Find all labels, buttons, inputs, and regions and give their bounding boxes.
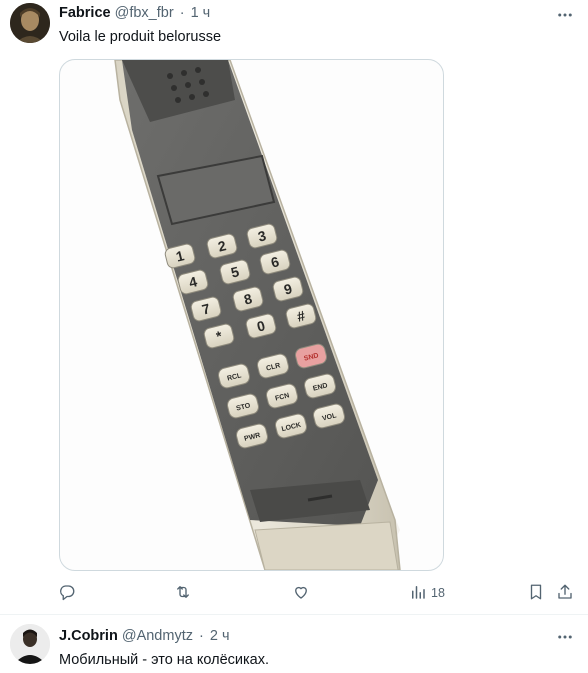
avatar[interactable] (10, 3, 50, 43)
tweet-text: Voila le produit belorusse (59, 29, 222, 45)
display-name[interactable]: J.Cobrin (59, 628, 118, 644)
bookmark-button[interactable] (527, 582, 545, 604)
share-button[interactable] (556, 582, 574, 604)
views-icon (409, 583, 427, 604)
timestamp[interactable]: 2 ч (210, 628, 230, 644)
brick-phone-image: 1 2 3 4 5 6 7 8 9 * 0 # RCL CLR SND STO … (114, 60, 401, 570)
tweet-1[interactable]: Fabrice @fbx_fbr · 1 ч Voila le produit … (0, 0, 588, 615)
retweet-button[interactable] (174, 582, 192, 604)
avatar[interactable] (10, 624, 50, 664)
user-handle[interactable]: @Andmytz (122, 628, 193, 644)
views-count: 18 (431, 586, 445, 600)
user-handle[interactable]: @fbx_fbr (115, 5, 174, 21)
views-button[interactable]: 18 (409, 582, 445, 604)
display-name[interactable]: Fabrice (59, 5, 111, 21)
tweet-actions: 18 (0, 582, 588, 604)
tweet-header: J.Cobrin @Andmytz · 2 ч (59, 628, 230, 644)
like-icon (292, 583, 310, 604)
bookmark-icon (527, 583, 545, 604)
share-icon (556, 583, 574, 604)
reply-icon (58, 583, 76, 604)
reply-button[interactable] (58, 582, 76, 604)
like-button[interactable] (292, 582, 310, 604)
separator: · (199, 628, 204, 644)
timestamp[interactable]: 1 ч (191, 5, 211, 21)
tweet-2[interactable]: J.Cobrin @Andmytz · 2 ч Мобильный - это … (0, 615, 588, 673)
more-icon[interactable] (556, 628, 574, 646)
tweet-header: Fabrice @fbx_fbr · 1 ч (59, 5, 210, 21)
separator: · (179, 5, 185, 21)
retweet-icon (174, 583, 192, 604)
tweet-text: Мобильный - это на колёсиках. (59, 652, 270, 668)
more-icon[interactable] (556, 6, 574, 24)
tweet-media-image[interactable]: 1 2 3 4 5 6 7 8 9 * 0 # RCL CLR SND STO … (59, 59, 444, 571)
